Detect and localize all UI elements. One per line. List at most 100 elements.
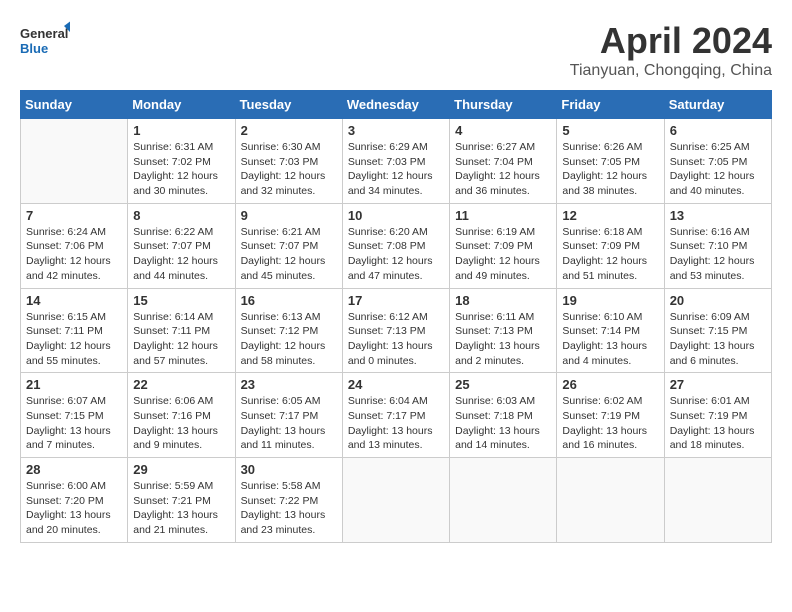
calendar-cell: 4 Sunrise: 6:27 AMSunset: 7:04 PMDaylight…	[450, 119, 557, 204]
calendar-cell: 18Sunrise: 6:11 AMSunset: 7:13 PMDayligh…	[450, 288, 557, 373]
cell-info: Sunrise: 6:16 AMSunset: 7:10 PMDaylight:…	[670, 225, 766, 284]
location-subtitle: Tianyuan, Chongqing, China	[570, 62, 772, 80]
day-number: 29	[133, 462, 229, 477]
cell-info: Sunrise: 5:58 AMSunset: 7:22 PMDaylight:…	[241, 479, 337, 538]
col-header-monday: Monday	[128, 91, 235, 119]
day-number: 13	[670, 208, 766, 223]
col-header-saturday: Saturday	[664, 91, 771, 119]
calendar-week-row: 21Sunrise: 6:07 AMSunset: 7:15 PMDayligh…	[21, 373, 772, 458]
logo: General Blue	[20, 20, 70, 60]
calendar-cell: 2 Sunrise: 6:30 AMSunset: 7:03 PMDaylight…	[235, 119, 342, 204]
cell-info: Sunrise: 6:27 AMSunset: 7:04 PMDaylight:…	[455, 140, 551, 199]
logo-svg: General Blue	[20, 20, 70, 60]
cell-info: Sunrise: 6:21 AMSunset: 7:07 PMDaylight:…	[241, 225, 337, 284]
calendar-cell: 30 Sunrise: 5:58 AMSunset: 7:22 PMDayligh…	[235, 458, 342, 543]
day-number: 3	[348, 123, 444, 138]
cell-info: Sunrise: 6:07 AMSunset: 7:15 PMDaylight:…	[26, 394, 122, 453]
day-number: 10	[348, 208, 444, 223]
calendar-cell: 10 Sunrise: 6:20 AMSunset: 7:08 PMDayligh…	[342, 203, 449, 288]
calendar-cell: 12 Sunrise: 6:18 AMSunset: 7:09 PMDayligh…	[557, 203, 664, 288]
calendar-cell: 7 Sunrise: 6:24 AMSunset: 7:06 PMDaylight…	[21, 203, 128, 288]
calendar-cell: 16Sunrise: 6:13 AMSunset: 7:12 PMDayligh…	[235, 288, 342, 373]
svg-text:General: General	[20, 26, 68, 41]
calendar-cell	[21, 119, 128, 204]
cell-info: Sunrise: 6:24 AMSunset: 7:06 PMDaylight:…	[26, 225, 122, 284]
day-number: 15	[133, 293, 229, 308]
calendar-cell: 1 Sunrise: 6:31 AMSunset: 7:02 PMDaylight…	[128, 119, 235, 204]
calendar-cell: 14Sunrise: 6:15 AMSunset: 7:11 PMDayligh…	[21, 288, 128, 373]
calendar-table: SundayMondayTuesdayWednesdayThursdayFrid…	[20, 90, 772, 543]
cell-info: Sunrise: 6:25 AMSunset: 7:05 PMDaylight:…	[670, 140, 766, 199]
cell-info: Sunrise: 5:59 AMSunset: 7:21 PMDaylight:…	[133, 479, 229, 538]
day-number: 23	[241, 377, 337, 392]
calendar-cell	[450, 458, 557, 543]
calendar-cell: 24Sunrise: 6:04 AMSunset: 7:17 PMDayligh…	[342, 373, 449, 458]
day-number: 11	[455, 208, 551, 223]
day-number: 8	[133, 208, 229, 223]
day-number: 12	[562, 208, 658, 223]
day-number: 25	[455, 377, 551, 392]
cell-info: Sunrise: 6:02 AMSunset: 7:19 PMDaylight:…	[562, 394, 658, 453]
day-number: 19	[562, 293, 658, 308]
cell-info: Sunrise: 6:10 AMSunset: 7:14 PMDaylight:…	[562, 310, 658, 369]
cell-info: Sunrise: 6:04 AMSunset: 7:17 PMDaylight:…	[348, 394, 444, 453]
calendar-cell: 29 Sunrise: 5:59 AMSunset: 7:21 PMDayligh…	[128, 458, 235, 543]
title-block: April 2024 Tianyuan, Chongqing, China	[570, 20, 772, 80]
col-header-sunday: Sunday	[21, 91, 128, 119]
calendar-cell: 6 Sunrise: 6:25 AMSunset: 7:05 PMDaylight…	[664, 119, 771, 204]
cell-info: Sunrise: 6:00 AMSunset: 7:20 PMDaylight:…	[26, 479, 122, 538]
col-header-wednesday: Wednesday	[342, 91, 449, 119]
day-number: 2	[241, 123, 337, 138]
calendar-cell: 17Sunrise: 6:12 AMSunset: 7:13 PMDayligh…	[342, 288, 449, 373]
cell-info: Sunrise: 6:18 AMSunset: 7:09 PMDaylight:…	[562, 225, 658, 284]
day-number: 6	[670, 123, 766, 138]
calendar-cell: 9 Sunrise: 6:21 AMSunset: 7:07 PMDaylight…	[235, 203, 342, 288]
calendar-cell: 13 Sunrise: 6:16 AMSunset: 7:10 PMDayligh…	[664, 203, 771, 288]
day-number: 9	[241, 208, 337, 223]
calendar-cell: 28Sunrise: 6:00 AMSunset: 7:20 PMDayligh…	[21, 458, 128, 543]
cell-info: Sunrise: 6:31 AMSunset: 7:02 PMDaylight:…	[133, 140, 229, 199]
calendar-week-row: 28Sunrise: 6:00 AMSunset: 7:20 PMDayligh…	[21, 458, 772, 543]
day-number: 27	[670, 377, 766, 392]
cell-info: Sunrise: 6:05 AMSunset: 7:17 PMDaylight:…	[241, 394, 337, 453]
day-number: 26	[562, 377, 658, 392]
svg-text:Blue: Blue	[20, 41, 48, 56]
col-header-friday: Friday	[557, 91, 664, 119]
calendar-cell: 19 Sunrise: 6:10 AMSunset: 7:14 PMDayligh…	[557, 288, 664, 373]
page-header: General Blue April 2024 Tianyuan, Chongq…	[20, 20, 772, 80]
cell-info: Sunrise: 6:03 AMSunset: 7:18 PMDaylight:…	[455, 394, 551, 453]
calendar-cell	[664, 458, 771, 543]
cell-info: Sunrise: 6:14 AMSunset: 7:11 PMDaylight:…	[133, 310, 229, 369]
cell-info: Sunrise: 6:20 AMSunset: 7:08 PMDaylight:…	[348, 225, 444, 284]
calendar-cell: 21Sunrise: 6:07 AMSunset: 7:15 PMDayligh…	[21, 373, 128, 458]
cell-info: Sunrise: 6:15 AMSunset: 7:11 PMDaylight:…	[26, 310, 122, 369]
cell-info: Sunrise: 6:11 AMSunset: 7:13 PMDaylight:…	[455, 310, 551, 369]
cell-info: Sunrise: 6:09 AMSunset: 7:15 PMDaylight:…	[670, 310, 766, 369]
day-number: 22	[133, 377, 229, 392]
cell-info: Sunrise: 6:01 AMSunset: 7:19 PMDaylight:…	[670, 394, 766, 453]
calendar-week-row: 7 Sunrise: 6:24 AMSunset: 7:06 PMDaylight…	[21, 203, 772, 288]
day-number: 4	[455, 123, 551, 138]
cell-info: Sunrise: 6:19 AMSunset: 7:09 PMDaylight:…	[455, 225, 551, 284]
calendar-cell: 26 Sunrise: 6:02 AMSunset: 7:19 PMDayligh…	[557, 373, 664, 458]
calendar-cell	[557, 458, 664, 543]
calendar-cell: 20 Sunrise: 6:09 AMSunset: 7:15 PMDayligh…	[664, 288, 771, 373]
day-number: 30	[241, 462, 337, 477]
day-number: 17	[348, 293, 444, 308]
calendar-header-row: SundayMondayTuesdayWednesdayThursdayFrid…	[21, 91, 772, 119]
cell-info: Sunrise: 6:26 AMSunset: 7:05 PMDaylight:…	[562, 140, 658, 199]
calendar-week-row: 14Sunrise: 6:15 AMSunset: 7:11 PMDayligh…	[21, 288, 772, 373]
month-title: April 2024	[570, 20, 772, 62]
day-number: 7	[26, 208, 122, 223]
cell-info: Sunrise: 6:13 AMSunset: 7:12 PMDaylight:…	[241, 310, 337, 369]
calendar-cell: 8Sunrise: 6:22 AMSunset: 7:07 PMDaylight…	[128, 203, 235, 288]
calendar-cell: 5Sunrise: 6:26 AMSunset: 7:05 PMDaylight…	[557, 119, 664, 204]
cell-info: Sunrise: 6:06 AMSunset: 7:16 PMDaylight:…	[133, 394, 229, 453]
calendar-cell: 25 Sunrise: 6:03 AMSunset: 7:18 PMDayligh…	[450, 373, 557, 458]
day-number: 1	[133, 123, 229, 138]
col-header-thursday: Thursday	[450, 91, 557, 119]
calendar-cell: 15 Sunrise: 6:14 AMSunset: 7:11 PMDayligh…	[128, 288, 235, 373]
day-number: 20	[670, 293, 766, 308]
calendar-cell: 22 Sunrise: 6:06 AMSunset: 7:16 PMDayligh…	[128, 373, 235, 458]
cell-info: Sunrise: 6:30 AMSunset: 7:03 PMDaylight:…	[241, 140, 337, 199]
